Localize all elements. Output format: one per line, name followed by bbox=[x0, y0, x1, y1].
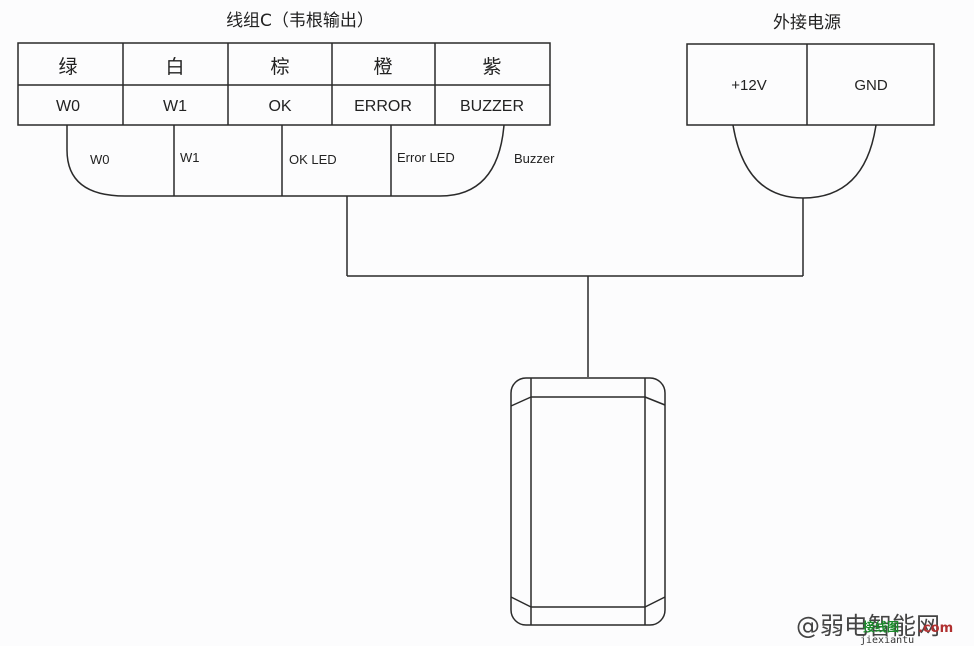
wire-label-w0: W0 bbox=[90, 152, 110, 167]
device-bevel bbox=[644, 596, 666, 608]
wiring-group-title: 线组C（韦根输出） bbox=[226, 11, 374, 31]
wire-label-w1: W1 bbox=[180, 150, 200, 165]
wire-label-buzzer: Buzzer bbox=[514, 151, 555, 166]
watermark: @弱电智能网 接线图 jiexiantu .com bbox=[796, 612, 953, 646]
wire-label-ok-led: OK LED bbox=[289, 152, 337, 167]
wire-color-green: 绿 bbox=[58, 56, 77, 78]
watermark-overlay-en: jiexiantu bbox=[860, 635, 914, 646]
power-table: +12V GND bbox=[686, 43, 935, 199]
terminal-gnd: GND bbox=[854, 77, 888, 94]
watermark-overlay-domain: .com bbox=[918, 621, 953, 636]
wire-bundle: W0 W1 OK LED Error LED Buzzer bbox=[66, 124, 555, 197]
device-bevel bbox=[510, 396, 532, 407]
wire-color-white: 白 bbox=[165, 56, 184, 78]
power-bundle bbox=[732, 124, 877, 199]
terminal-12v: +12V bbox=[731, 77, 766, 94]
signal-buzzer: BUZZER bbox=[460, 98, 524, 115]
wiring-diagram: 线组C（韦根输出） 绿 白 棕 橙 紫 W0 W1 OK ERROR BUZZE… bbox=[17, 11, 953, 646]
signal-ok: OK bbox=[268, 98, 291, 115]
signal-w1: W1 bbox=[163, 98, 187, 115]
power-table-border bbox=[686, 43, 935, 126]
connection-lines bbox=[346, 196, 804, 377]
device-bevel bbox=[510, 596, 532, 608]
wire-color-orange: 橙 bbox=[373, 56, 392, 78]
wire-color-brown: 棕 bbox=[270, 56, 289, 78]
device-bevel bbox=[644, 396, 666, 406]
wire-label-error-led: Error LED bbox=[397, 150, 455, 165]
watermark-overlay-cn: 接线图 bbox=[863, 619, 899, 634]
signal-error: ERROR bbox=[354, 98, 412, 115]
signal-w0: W0 bbox=[56, 98, 80, 115]
power-title: 外接电源 bbox=[773, 13, 841, 33]
wiring-table: 绿 白 棕 橙 紫 W0 W1 OK ERROR BUZZER bbox=[17, 42, 551, 126]
wire-color-purple: 紫 bbox=[482, 56, 501, 78]
device-outer bbox=[510, 377, 666, 626]
card-reader-device bbox=[510, 377, 666, 626]
